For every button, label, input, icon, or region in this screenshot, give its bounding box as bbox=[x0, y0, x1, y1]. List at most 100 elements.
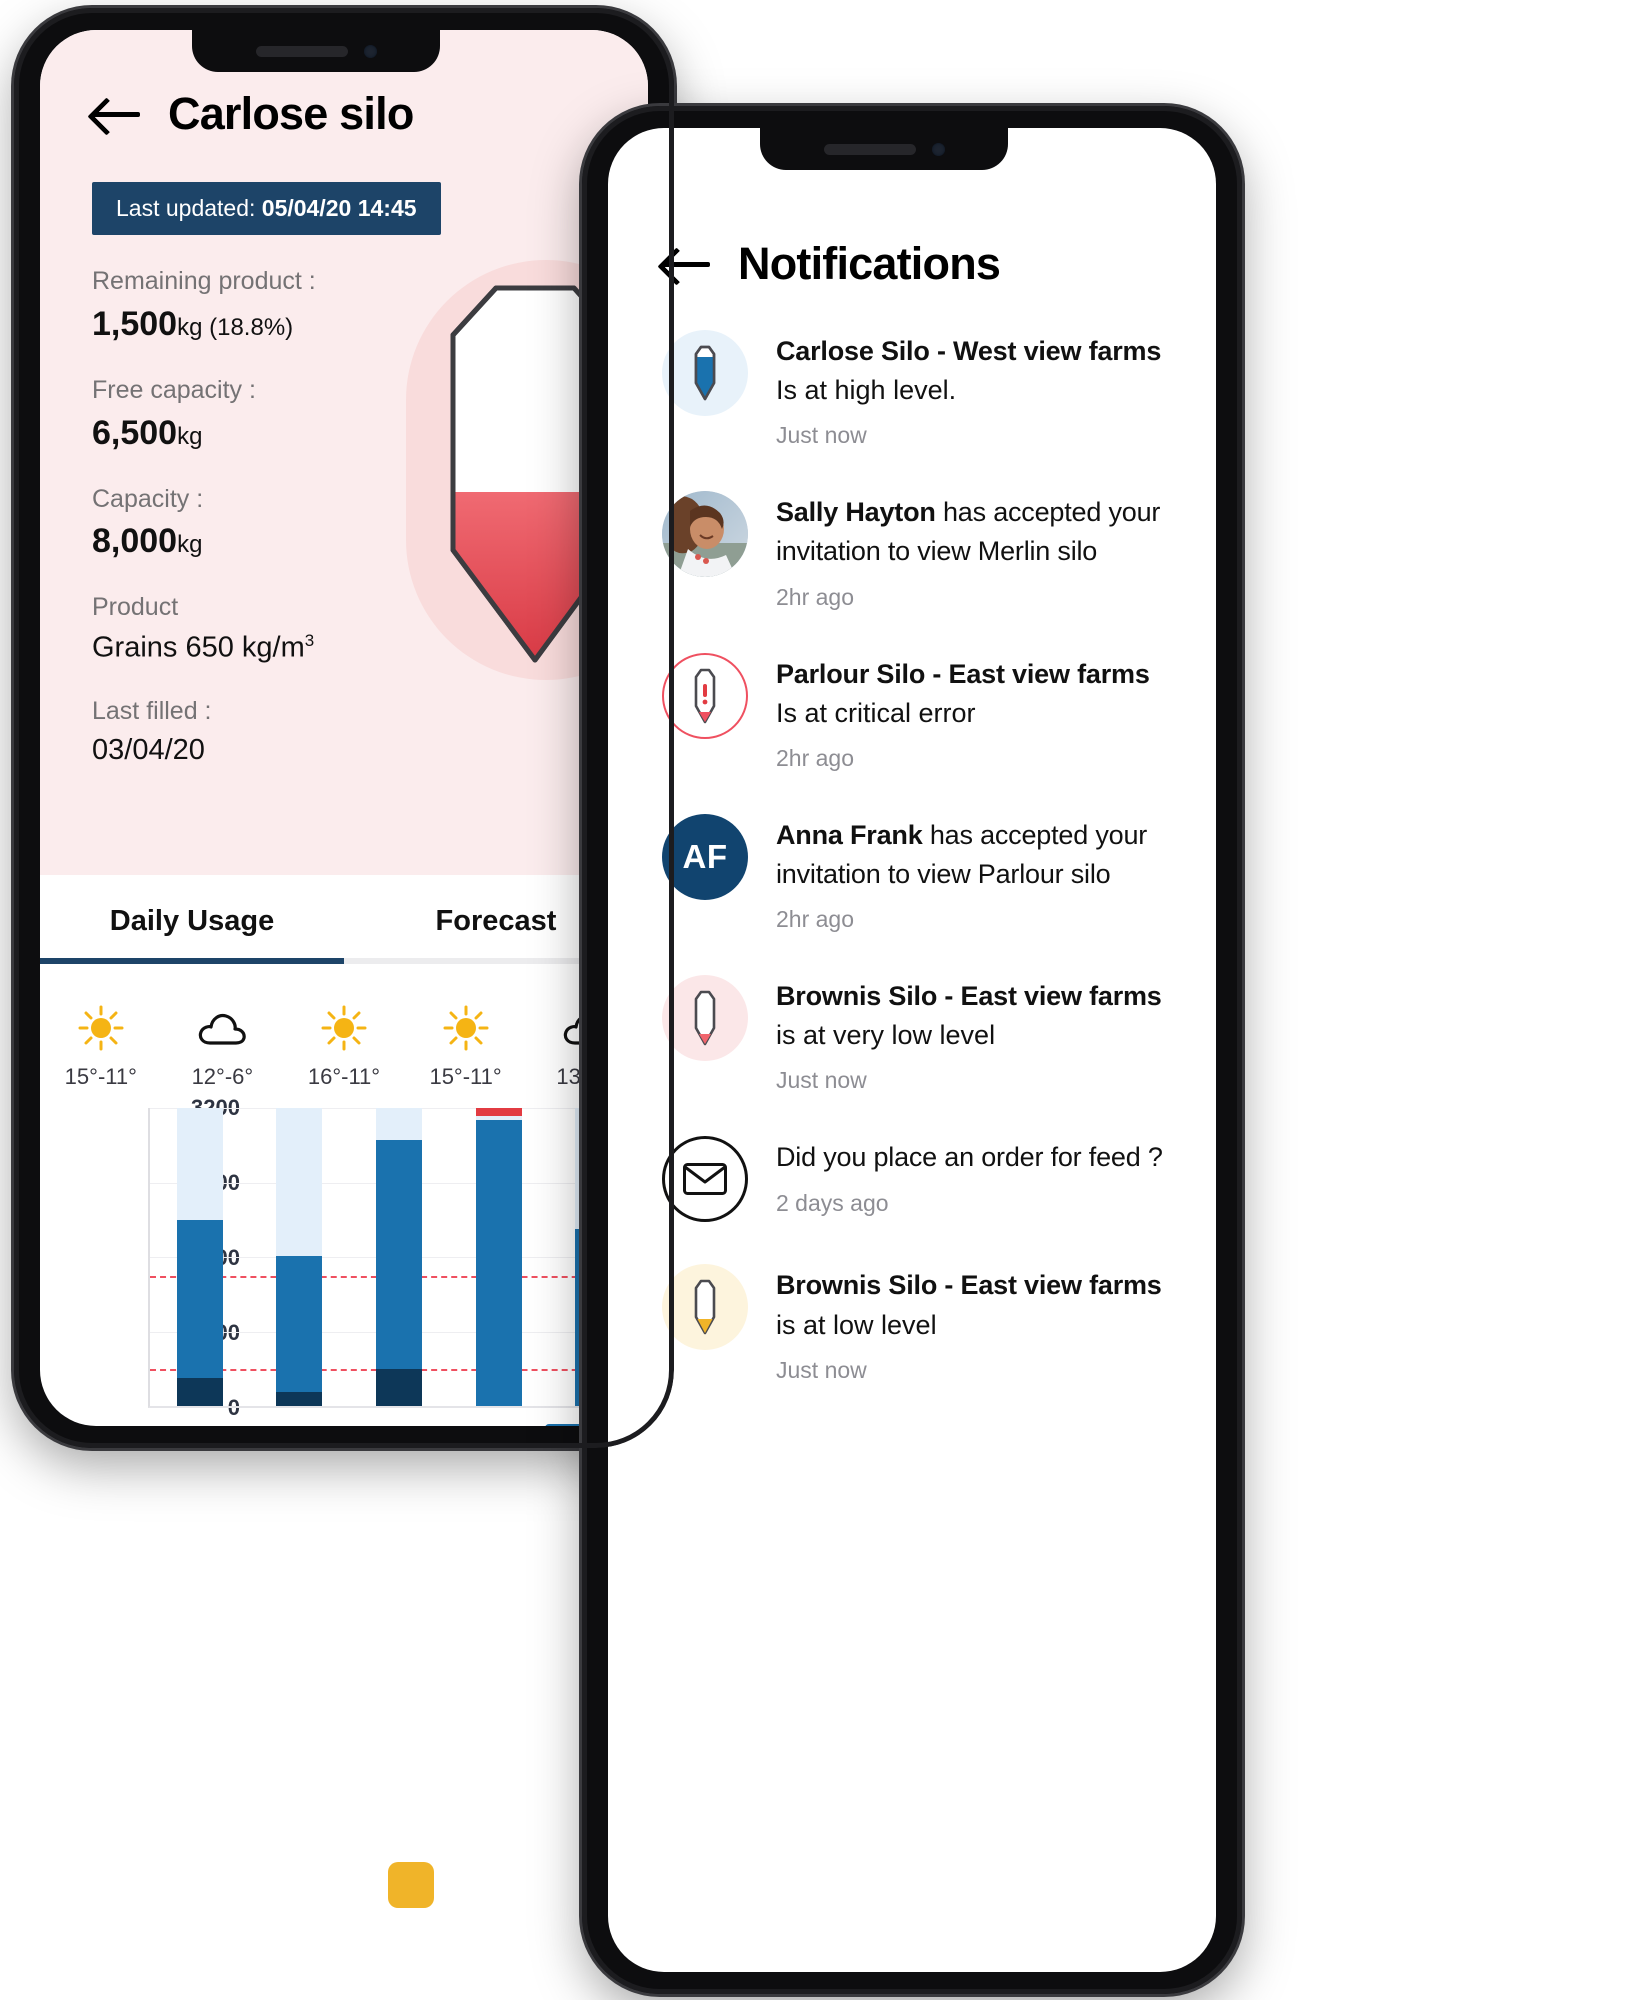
stat-value: 03/04/20 bbox=[92, 734, 205, 767]
volume-down-button[interactable] bbox=[14, 388, 17, 478]
notification-time: 2hr ago bbox=[776, 583, 855, 610]
notification-title-text: Brownis Silo - East view farms bbox=[776, 1270, 1162, 1301]
screenshot-root: Carlose silo Last updated: 05/04/20 14:4… bbox=[0, 0, 1643, 2000]
cloud-icon bbox=[162, 1002, 284, 1054]
bar-seg-daily bbox=[276, 1392, 323, 1406]
stat-number: 6,500 bbox=[92, 413, 178, 452]
silo-summary-panel: Carlose silo Last updated: 05/04/20 14:4… bbox=[40, 30, 648, 875]
bar-group[interactable] bbox=[250, 1108, 350, 1406]
bar-seg-daily bbox=[375, 1368, 422, 1406]
notification-actor-name: Anna Frank bbox=[776, 819, 923, 850]
notification-title: Carlose Silo - West view farms bbox=[776, 332, 1161, 371]
silo-detail-screen: Carlose silo Last updated: 05/04/20 14:4… bbox=[40, 30, 648, 1426]
notification-subtitle: is at low level bbox=[776, 1309, 937, 1340]
stat-unit: kg bbox=[177, 422, 203, 450]
chart-x-axis: 30/03 31/03 01/04 02/04 03/04 bbox=[148, 1424, 648, 1426]
weather-day: 16°-11° bbox=[283, 1002, 405, 1090]
sun-icon bbox=[40, 1002, 162, 1054]
back-arrow-icon[interactable] bbox=[662, 247, 712, 281]
bar-seg-last-night bbox=[276, 1256, 323, 1392]
x-tick[interactable]: 31/03 bbox=[247, 1424, 346, 1426]
power-button[interactable] bbox=[1239, 526, 1242, 646]
bar-group[interactable] bbox=[349, 1108, 449, 1406]
bar-group-container bbox=[150, 1108, 648, 1406]
notification-title-text: Parlour Silo - East view farms bbox=[776, 658, 1150, 689]
notification-title: Brownis Silo - East view farms bbox=[776, 977, 1162, 1016]
chart-plot-area: 3200 2400 1600 800 0 bbox=[148, 1095, 648, 1420]
notification-body: Anna Frank has accepted your invitation … bbox=[776, 814, 1180, 933]
bar-seg-last-night bbox=[475, 1120, 522, 1406]
volume-up-button[interactable] bbox=[582, 396, 585, 448]
notification-item[interactable]: Carlose Silo - West view farms Is at hig… bbox=[662, 330, 1180, 449]
envelope-icon bbox=[662, 1136, 748, 1223]
last-updated-badge: Last updated: 05/04/20 14:45 bbox=[92, 182, 441, 235]
notification-body: Parlour Silo - East view farms Is at cri… bbox=[776, 653, 1150, 772]
notification-time: Just now bbox=[776, 1067, 867, 1094]
bar-seg-last-night bbox=[176, 1219, 223, 1378]
stat-number: 1,500 bbox=[92, 304, 178, 343]
x-tick[interactable]: 01/04 bbox=[346, 1424, 445, 1426]
weather-day: 12°-6° bbox=[162, 1002, 284, 1090]
x-tick[interactable]: 30/03 bbox=[148, 1424, 247, 1426]
chart-bars-region bbox=[148, 1108, 648, 1408]
front-camera bbox=[931, 142, 945, 156]
notification-time: 2hr ago bbox=[776, 906, 855, 933]
silo-high-level-icon bbox=[662, 330, 748, 416]
notification-item[interactable]: Brownis Silo - East view farms is at low… bbox=[662, 1264, 1180, 1383]
avatar-initials: AF bbox=[662, 813, 748, 900]
bar-seg-capacity bbox=[276, 1108, 323, 1257]
weather-temps: 15°-11° bbox=[64, 1064, 137, 1089]
notification-title: Did you place an order for feed ? bbox=[776, 1142, 1163, 1173]
product-exponent: 3 bbox=[304, 631, 315, 650]
stat-last-filled: Last filled : 03/04/20 bbox=[40, 695, 648, 768]
weather-temps: 12°-6° bbox=[191, 1064, 254, 1089]
notification-subtitle: Is at critical error bbox=[776, 697, 976, 728]
notification-title: Sally Hayton has accepted your invitatio… bbox=[776, 493, 1180, 571]
back-arrow-icon[interactable] bbox=[92, 97, 142, 131]
phone-device-left: Carlose silo Last updated: 05/04/20 14:4… bbox=[14, 8, 674, 1448]
earpiece-speaker bbox=[255, 45, 348, 57]
bar-group[interactable] bbox=[150, 1108, 250, 1406]
notification-item[interactable]: Did you place an order for feed ? 2 days… bbox=[662, 1136, 1180, 1223]
notification-time: Just now bbox=[776, 422, 867, 449]
bar-seg-capacity bbox=[375, 1108, 422, 1141]
bar-group[interactable] bbox=[449, 1108, 549, 1406]
stat-number: 8,000 bbox=[92, 522, 178, 561]
notification-title: Parlour Silo - East view farms bbox=[776, 655, 1150, 694]
silo-critical-error-icon bbox=[662, 652, 748, 739]
phone-notch-left bbox=[192, 30, 440, 72]
stat-unit: kg (18.8%) bbox=[177, 313, 294, 341]
stat-label: Last filled : bbox=[92, 696, 212, 725]
earpiece-speaker bbox=[823, 143, 916, 155]
notification-item[interactable]: Brownis Silo - East view farms is at ver… bbox=[662, 975, 1180, 1094]
sun-icon bbox=[405, 1002, 527, 1054]
x-tick[interactable]: 02/04 bbox=[446, 1424, 545, 1426]
notification-subtitle: Is at high level. bbox=[776, 375, 957, 406]
weather-temps: 15°-11° bbox=[429, 1064, 502, 1089]
last-updated-value: 05/04/20 14:45 bbox=[261, 195, 417, 221]
weather-forecast-row: 15°-11° 12°-6° 16°-11° 15°-11° bbox=[40, 964, 648, 1090]
notification-time: Just now bbox=[776, 1356, 867, 1383]
daily-usage-chart: 3200 2400 1600 800 0 bbox=[40, 1090, 648, 1426]
notification-actor-name: Sally Hayton bbox=[776, 497, 936, 528]
silo-very-low-level-icon bbox=[662, 975, 748, 1062]
notification-body: Did you place an order for feed ? 2 days… bbox=[776, 1136, 1163, 1216]
volume-up-button[interactable] bbox=[14, 308, 17, 360]
volume-down-button[interactable] bbox=[582, 476, 585, 566]
home-indicator-chip bbox=[388, 1862, 434, 1908]
notifications-screen: Notifications Carlose Silo - West view f… bbox=[608, 128, 1216, 1972]
front-camera bbox=[363, 44, 377, 58]
notification-title: Brownis Silo - East view farms bbox=[776, 1266, 1162, 1305]
notification-body: Brownis Silo - East view farms is at ver… bbox=[776, 975, 1162, 1094]
tab-daily-usage[interactable]: Daily Usage bbox=[40, 905, 344, 964]
weather-day: 15°-11° bbox=[405, 1002, 527, 1090]
notification-title-text: Carlose Silo - West view farms bbox=[776, 336, 1162, 366]
notification-item[interactable]: Sally Hayton has accepted your invitatio… bbox=[662, 491, 1180, 610]
notification-item[interactable]: AF Anna Frank has accepted your invitati… bbox=[662, 813, 1180, 933]
phone-device-right: Notifications Carlose Silo - West view f… bbox=[582, 106, 1242, 1994]
notification-body: Carlose Silo - West view farms Is at hig… bbox=[776, 330, 1161, 449]
notification-item[interactable]: Parlour Silo - East view farms Is at cri… bbox=[662, 652, 1180, 772]
notification-time: 2hr ago bbox=[776, 744, 855, 771]
notification-body: Brownis Silo - East view farms is at low… bbox=[776, 1264, 1162, 1383]
phone-notch-right bbox=[760, 128, 1008, 170]
